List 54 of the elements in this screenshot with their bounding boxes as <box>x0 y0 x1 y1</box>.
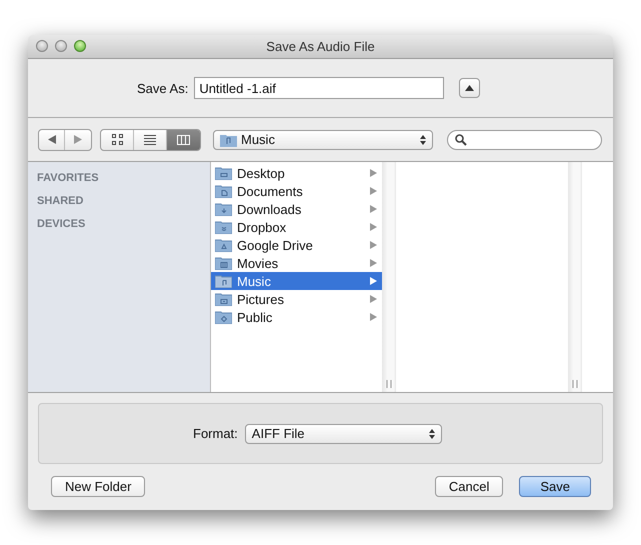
back-icon <box>48 135 56 144</box>
close-button[interactable] <box>36 40 48 52</box>
disclosure-icon <box>370 205 377 213</box>
folder-row[interactable]: Google Drive <box>211 236 382 254</box>
collapse-button[interactable] <box>459 78 480 98</box>
folder-row[interactable]: Desktop <box>211 164 382 182</box>
folder-row[interactable]: Documents <box>211 182 382 200</box>
disclosure-icon <box>370 277 377 285</box>
disclosure-icon <box>370 169 377 177</box>
minimize-button[interactable] <box>55 40 67 52</box>
disclosure-icon <box>370 241 377 249</box>
filename-field[interactable]: Untitled -1.aif <box>194 77 444 99</box>
stepper-icon <box>420 134 426 144</box>
disclosure-icon <box>370 187 377 195</box>
disclosure-icon <box>370 295 377 303</box>
up-arrow-icon <box>465 85 474 91</box>
view-button[interactable] <box>167 130 200 150</box>
column-view-icon <box>177 134 190 144</box>
dialog-button[interactable]: New Folder <box>51 476 146 497</box>
location-dropdown[interactable]: Music <box>213 130 433 150</box>
format-dropdown[interactable]: AIFF File <box>244 424 442 444</box>
folder-row[interactable]: Downloads <box>211 200 382 218</box>
folder-row[interactable]: Dropbox <box>211 218 382 236</box>
disclosure-icon <box>370 313 377 321</box>
folder-row[interactable]: Public <box>211 308 382 326</box>
folder-icon <box>215 274 232 288</box>
folder-icon <box>215 238 232 252</box>
folder-row[interactable]: Music <box>211 272 382 290</box>
search-field[interactable] <box>447 130 602 150</box>
window-title: Save As Audio File <box>266 39 375 54</box>
search-icon <box>455 134 467 146</box>
list-view-icon <box>144 134 156 144</box>
folder-icon <box>215 256 232 270</box>
folder-icon <box>215 310 232 324</box>
folder-icon <box>215 202 232 216</box>
stepper-icon <box>428 428 435 438</box>
disclosure-icon <box>370 223 377 231</box>
folder-icon <box>215 292 232 306</box>
folder-icon <box>215 184 232 198</box>
zoom-button[interactable] <box>74 40 86 52</box>
folder-row[interactable]: Pictures <box>211 290 382 308</box>
folder-icon <box>220 132 237 146</box>
icon-view-icon <box>112 134 122 145</box>
resize-handle-icon[interactable] <box>386 380 392 388</box>
folder-icon <box>215 220 232 234</box>
dialog-button[interactable]: Cancel <box>434 476 504 497</box>
folder-row[interactable]: Movies <box>211 254 382 272</box>
folder-icon <box>215 166 232 180</box>
resize-handle-icon[interactable] <box>572 380 578 388</box>
save-as-label: Save As: <box>137 80 188 96</box>
dialog-button[interactable]: Save <box>519 476 591 497</box>
disclosure-icon <box>370 259 377 267</box>
format-label: Format: <box>193 426 238 441</box>
forward-icon <box>74 135 82 144</box>
